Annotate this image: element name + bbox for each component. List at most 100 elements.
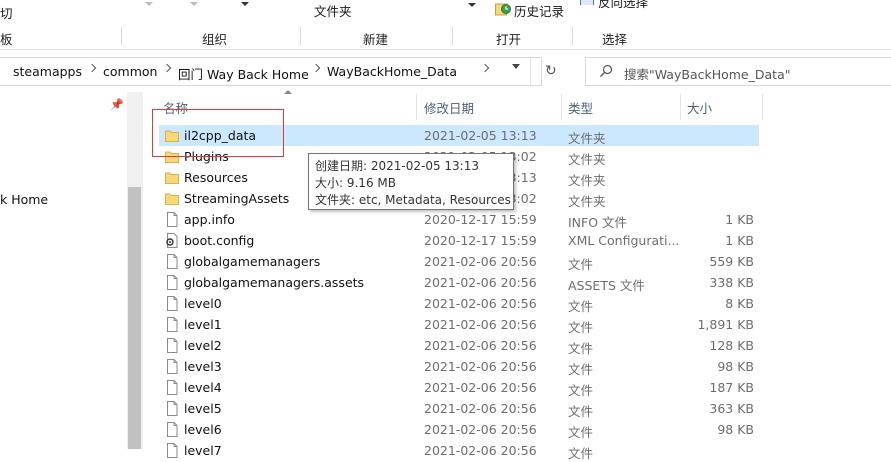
refresh-icon[interactable]: ↻ (545, 63, 557, 79)
navigation-pane: 📌 k Home (0, 92, 128, 449)
file-row[interactable]: level1 2021-02-06 20:56 文件 1,891 KB (159, 314, 759, 335)
cut-label[interactable]: 切 (0, 3, 13, 22)
column-divider[interactable] (762, 94, 763, 120)
tooltip-size: 大小: 9.16 MB (315, 176, 396, 190)
chevron-right-icon[interactable] (87, 63, 97, 73)
file-size: 187 KB (709, 380, 754, 395)
file-name: globalgamemanagers (184, 254, 321, 269)
column-divider[interactable] (416, 94, 417, 120)
group-organize: 组织 (202, 32, 228, 47)
address-history-dropdown-icon[interactable] (512, 64, 520, 69)
file-icon (165, 296, 179, 311)
folder-icon (165, 170, 179, 185)
search-box[interactable]: 搜索"WayBackHome_Data" (585, 57, 891, 86)
file-icon (165, 401, 179, 416)
file-size: 1 KB (725, 233, 754, 248)
reverse-select-icon (580, 0, 594, 5)
file-icon (165, 443, 179, 458)
file-date: 2021-02-06 20:56 (424, 275, 537, 290)
history-icon (495, 2, 511, 16)
file-name: StreamingAssets (184, 191, 290, 206)
file-name: level7 (184, 443, 222, 458)
file-date: 2021-02-06 20:56 (424, 401, 537, 416)
file-size: 98 KB (717, 422, 754, 437)
file-date: 2021-02-06 20:56 (424, 443, 537, 458)
history-button[interactable]: 历史记录 (514, 1, 564, 20)
group-new: 新建 (363, 32, 389, 47)
chevron-down-icon[interactable] (241, 2, 249, 6)
pin-icon[interactable]: 📌 (110, 98, 124, 111)
file-name: globalgamemanagers.assets (184, 275, 365, 290)
config-file-icon (165, 233, 179, 248)
file-name: level3 (184, 359, 222, 374)
chevron-right-icon[interactable] (162, 63, 172, 73)
file-name: boot.config (184, 233, 255, 248)
file-row[interactable]: level2 2021-02-06 20:56 文件 128 KB (159, 335, 759, 356)
reverse-select-button[interactable]: 反向选择 (598, 0, 648, 11)
file-name: level6 (184, 422, 222, 437)
file-row[interactable]: level7 2021-02-06 20:56 文件 (159, 440, 759, 461)
file-row[interactable]: boot.config 2020-12-17 15:59 XML Configura… (159, 230, 759, 251)
file-type: 文件 (568, 446, 594, 461)
search-input[interactable]: 搜索"WayBackHome_Data" (624, 64, 790, 83)
file-type: 文件 (568, 425, 594, 440)
file-date: 2021-02-06 20:56 (424, 359, 537, 374)
folder-icon (165, 191, 179, 206)
column-divider[interactable] (680, 94, 681, 120)
file-row[interactable]: level6 2021-02-06 20:56 文件 98 KB (159, 419, 759, 440)
tooltip-created: 创建日期: 2021-02-05 13:13 (315, 159, 479, 173)
ribbon: 切 文件夹 历史记录 反向选择 板 组织 新建 打开 选择 (0, 0, 891, 50)
file-type: 文件 (568, 257, 594, 272)
file-date: 2021-02-06 20:56 (424, 296, 537, 311)
file-row[interactable]: app.info 2020-12-17 15:59 INFO 文件 1 KB (159, 209, 759, 230)
file-type: 文件 (568, 383, 594, 398)
new-folder-label[interactable]: 文件夹 (314, 1, 352, 20)
file-type: 文件夹 (568, 173, 606, 188)
column-divider[interactable] (561, 94, 562, 120)
nav-scrollbar-thumb[interactable] (128, 187, 141, 449)
file-type: INFO 文件 (568, 215, 628, 230)
file-date: 2021-02-06 20:56 (424, 254, 537, 269)
chevron-right-icon[interactable] (311, 63, 321, 73)
column-header-date[interactable]: 修改日期 (424, 98, 474, 117)
file-type: 文件夹 (568, 194, 606, 209)
file-row[interactable]: globalgamemanagers.assets 2021-02-06 20:5… (159, 272, 759, 293)
chevron-down-icon[interactable] (468, 3, 476, 7)
nav-item-way-back-home[interactable]: k Home (0, 192, 48, 207)
file-row[interactable]: level3 2021-02-06 20:56 文件 98 KB (159, 356, 759, 377)
file-type: 文件 (568, 299, 594, 314)
file-row[interactable]: level4 2021-02-06 20:56 文件 187 KB (159, 377, 759, 398)
address-bar[interactable]: steamapps common 回门 Way Back Home WayBac… (0, 57, 557, 86)
file-row[interactable]: level0 2021-02-06 20:56 文件 8 KB (159, 293, 759, 314)
file-name: level1 (184, 317, 222, 332)
file-row[interactable]: globalgamemanagers 2021-02-06 20:56 文件 559 … (159, 251, 759, 272)
file-icon (165, 380, 179, 395)
file-size: 128 KB (709, 338, 754, 353)
file-row[interactable]: level5 2021-02-06 20:56 文件 363 KB (159, 398, 759, 419)
file-icon (165, 212, 179, 227)
file-date: 2020-12-17 15:59 (424, 212, 537, 227)
file-date: 2021-02-05 13:13 (424, 128, 537, 143)
group-divider (121, 27, 122, 45)
file-type: 文件夹 (568, 131, 606, 146)
column-header-size[interactable]: 大小 (687, 98, 712, 117)
file-size: 98 KB (717, 359, 754, 374)
file-size: 1,891 KB (697, 317, 754, 332)
chevron-right-icon[interactable] (480, 63, 490, 73)
breadcrumb-way-back-home[interactable]: 回门 Way Back Home (178, 64, 309, 83)
column-header-type[interactable]: 类型 (568, 98, 593, 117)
search-icon (599, 64, 613, 78)
file-size: 8 KB (725, 296, 754, 311)
address-divider (530, 58, 531, 85)
breadcrumb-common[interactable]: common (103, 64, 157, 79)
group-clipboard: 板 (0, 32, 13, 47)
file-icon (165, 317, 179, 332)
breadcrumb-wayback-data[interactable]: WayBackHome_Data (327, 64, 457, 79)
breadcrumb-steamapps[interactable]: steamapps (13, 64, 82, 79)
file-icon (165, 338, 179, 353)
file-name: level5 (184, 401, 222, 416)
group-divider (300, 27, 301, 45)
tooltip-contents: 文件夹: etc, Metadata, Resources (315, 193, 511, 207)
file-type: 文件 (568, 341, 594, 356)
file-size: 363 KB (709, 401, 754, 416)
